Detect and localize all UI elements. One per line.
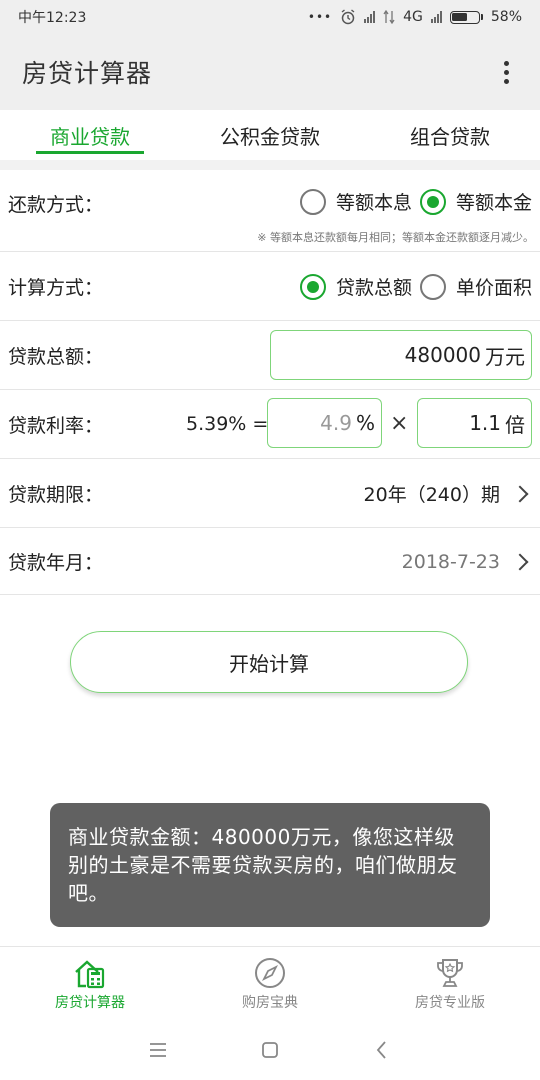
repay-method-row: 还款方式： 等额本息 等额本金 ※ 等额本息还款额每月相同；等额本金还款额逐月减… xyxy=(0,170,540,252)
nav-label: 房贷计算器 xyxy=(55,994,125,1011)
rate-multiplier-unit: 倍 xyxy=(505,412,525,437)
radio-loan-total[interactable]: 贷款总额 xyxy=(299,273,412,300)
battery-fill xyxy=(452,13,467,21)
chevron-right-icon xyxy=(511,553,529,570)
loan-term-label: 贷款期限： xyxy=(8,484,104,506)
status-time: 中午12:23 xyxy=(18,10,87,26)
menu-icon[interactable] xyxy=(147,1039,169,1061)
more-options-icon[interactable] xyxy=(494,57,518,87)
battery-icon xyxy=(449,10,483,24)
multiply-sign: × xyxy=(390,411,409,436)
radio-unit-price-area[interactable]: 单价面积 xyxy=(419,273,532,300)
rate-multiplier-value: 1.1 xyxy=(469,411,501,435)
radio-equal-principal[interactable]: 等额本金 xyxy=(419,188,532,215)
repay-method-options: 等额本息 等额本金 xyxy=(292,188,532,215)
loan-amount-value: 480000 xyxy=(404,343,481,367)
chevron-right-icon xyxy=(511,485,529,502)
alarm-icon xyxy=(341,9,355,25)
nav-label: 房贷专业版 xyxy=(415,994,485,1011)
loan-amount-label: 贷款总额： xyxy=(8,346,104,368)
app-title: 房贷计算器 xyxy=(22,59,153,88)
radio-label: 等额本金 xyxy=(455,192,532,214)
nav-home-buying-guide[interactable]: 购房宝典 xyxy=(180,947,360,1020)
trophy-icon xyxy=(437,958,463,987)
status-icons: ••• 4G 58% xyxy=(308,9,522,25)
home-icon[interactable] xyxy=(259,1039,281,1061)
loan-amount-unit: 万元 xyxy=(485,344,525,369)
network-type: 4G xyxy=(403,9,423,25)
app-bar: 房贷计算器 xyxy=(0,34,540,110)
tab-housing-fund-loan[interactable]: 公积金贷款 xyxy=(180,110,360,160)
repay-method-note: ※ 等额本息还款额每月相同；等额本金还款额逐月减少。 xyxy=(257,231,534,244)
radio-label: 等额本息 xyxy=(335,192,412,214)
radio-checked-icon xyxy=(299,273,326,300)
base-rate-input[interactable]: 4.9 % xyxy=(267,398,382,448)
radio-equal-installment[interactable]: 等额本息 xyxy=(299,188,412,215)
nav-mortgage-calculator[interactable]: 房贷计算器 xyxy=(0,947,180,1020)
compass-icon xyxy=(255,957,285,988)
calc-method-options: 贷款总额 单价面积 xyxy=(292,273,532,300)
data-transfer-icon xyxy=(383,10,395,24)
tab-combined-loan[interactable]: 组合贷款 xyxy=(360,110,540,160)
calc-method-label: 计算方式： xyxy=(8,277,104,299)
radio-unchecked-icon xyxy=(419,273,446,300)
base-rate-unit: % xyxy=(355,411,375,435)
tab-commercial-loan[interactable]: 商业贷款 xyxy=(0,110,180,160)
calc-method-row: 计算方式： 贷款总额 单价面积 xyxy=(0,253,540,321)
loan-term-row[interactable]: 贷款期限： 20年（240）期 xyxy=(0,460,540,528)
nav-mortgage-pro[interactable]: 房贷专业版 xyxy=(360,947,540,1020)
start-calculate-button[interactable]: 开始计算 xyxy=(70,631,468,693)
repay-method-label: 还款方式： xyxy=(8,194,104,216)
house-calculator-icon xyxy=(75,959,105,988)
radio-label: 单价面积 xyxy=(455,277,532,299)
loan-date-value: 2018-7-23 xyxy=(401,550,500,573)
radio-checked-icon xyxy=(419,188,446,215)
status-bar: 中午12:23 ••• 4G 58% xyxy=(0,0,540,34)
battery-percent: 58% xyxy=(490,9,522,25)
loan-rate-result: 5.39% = xyxy=(186,413,269,435)
signal-icon-2 xyxy=(430,11,442,23)
loan-date-row[interactable]: 贷款年月： 2018-7-23 xyxy=(0,529,540,595)
loan-term-value: 20年（240）期 xyxy=(363,484,500,506)
system-navigation-bar xyxy=(0,1020,540,1080)
loan-date-label: 贷款年月： xyxy=(8,552,104,574)
toast-message: 商业贷款金额：480000万元，像您这样级别的土豪是不需要贷款买房的，咱们做朋友… xyxy=(50,803,490,927)
back-icon[interactable] xyxy=(371,1039,393,1061)
tabs-divider xyxy=(0,160,540,170)
base-rate-placeholder: 4.9 xyxy=(320,411,352,435)
signal-icon xyxy=(364,11,376,23)
nav-label: 购房宝典 xyxy=(242,994,298,1011)
loan-amount-input[interactable]: 480000 万元 xyxy=(270,330,532,380)
radio-label: 贷款总额 xyxy=(335,277,412,299)
rate-multiplier-input[interactable]: 1.1 倍 xyxy=(417,398,532,448)
loan-type-tabs: 商业贷款 公积金贷款 组合贷款 xyxy=(0,110,540,160)
more-notifications-icon: ••• xyxy=(307,10,333,24)
radio-unchecked-icon xyxy=(299,188,326,215)
loan-rate-label: 贷款利率： xyxy=(8,415,104,437)
bottom-navigation: 房贷计算器 购房宝典 房贷专业版 xyxy=(0,946,540,1020)
